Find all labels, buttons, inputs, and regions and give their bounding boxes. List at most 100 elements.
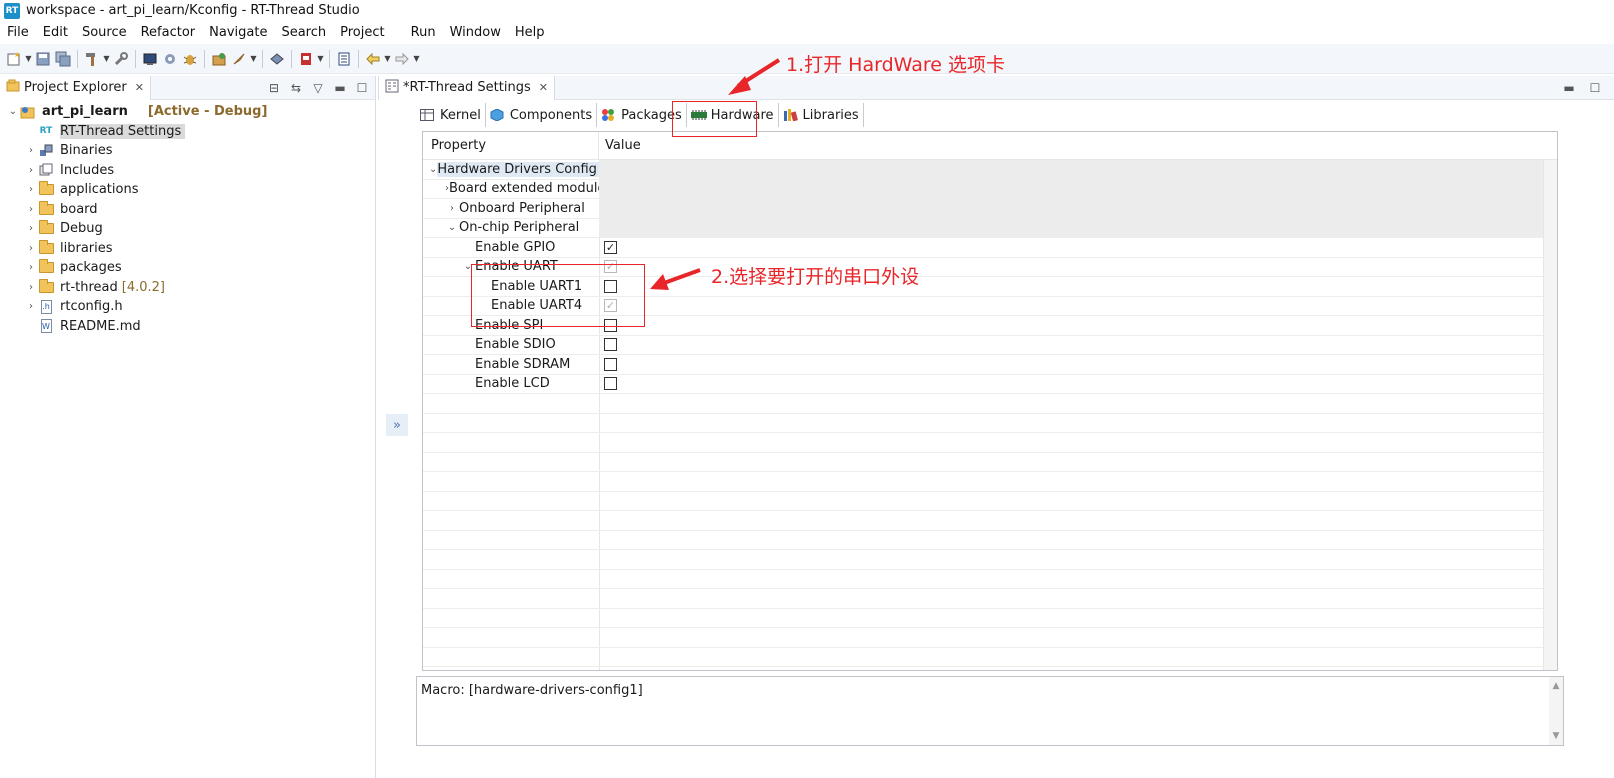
tree-item-applications[interactable]: › applications — [0, 180, 375, 200]
tree-item-readme-md[interactable]: W README.md — [0, 317, 375, 337]
sub-tab-label: Libraries — [802, 107, 859, 123]
chevron-right-icon[interactable]: › — [24, 243, 38, 254]
close-icon[interactable]: ✕ — [539, 81, 548, 94]
property-row-enable-lcd[interactable]: Enable LCD — [423, 375, 1557, 394]
tab-kernel[interactable]: Kernel — [416, 103, 486, 127]
menu-source[interactable]: Source — [75, 25, 134, 40]
back-dropdown-icon[interactable]: ▼ — [383, 50, 392, 68]
property-label: Onboard Peripheral — [459, 200, 585, 216]
menu-navigate[interactable]: Navigate — [202, 25, 274, 40]
sdk-manager-icon[interactable] — [268, 50, 286, 68]
chevron-right-icon[interactable]: › — [24, 165, 38, 176]
chevron-right-icon[interactable]: › — [445, 203, 459, 214]
link-with-editor-icon[interactable]: ⇆ — [289, 81, 303, 95]
property-label: Hardware Drivers Config — [437, 161, 599, 177]
tree-item-debug[interactable]: › Debug — [0, 219, 375, 239]
menu-run[interactable]: Run — [404, 25, 443, 40]
tree-item-packages[interactable]: › packages — [0, 258, 375, 278]
chevron-right-icon[interactable]: › — [24, 223, 38, 234]
menu-help[interactable]: Help — [508, 25, 552, 40]
forward-dropdown-icon[interactable]: ▼ — [412, 50, 421, 68]
property-row-onboard-peripheral[interactable]: › Onboard Peripheral — [423, 199, 1557, 219]
forward-arrow-icon[interactable] — [393, 50, 411, 68]
tab-libraries[interactable]: Libraries — [779, 103, 864, 127]
menu-search[interactable]: Search — [274, 25, 333, 40]
build-hammer-icon[interactable] — [83, 50, 101, 68]
property-table-scrollbar[interactable] — [1543, 160, 1557, 670]
scroll-up-icon[interactable]: ▲ — [1553, 681, 1560, 691]
download-icon[interactable] — [297, 50, 315, 68]
macro-text: Macro: [hardware-drivers-config1] — [421, 683, 643, 698]
checkbox[interactable] — [604, 338, 617, 352]
tree-item-libraries[interactable]: › libraries — [0, 239, 375, 259]
tab-components[interactable]: Components — [486, 103, 598, 127]
menu-edit[interactable]: Edit — [36, 25, 75, 40]
serial-monitor-icon[interactable] — [335, 50, 353, 68]
save-all-icon[interactable] — [54, 50, 72, 68]
property-row-enable-sdram[interactable]: Enable SDRAM — [423, 355, 1557, 375]
new-dropdown-icon[interactable]: ▼ — [24, 50, 33, 68]
rocket-icon[interactable] — [230, 50, 248, 68]
chevron-down-icon[interactable]: ⌄ — [445, 222, 459, 233]
tab-project-explorer[interactable]: Project Explorer ✕ — [0, 75, 151, 100]
build-dropdown-icon[interactable]: ▼ — [102, 50, 111, 68]
minimize-icon[interactable]: ▬ — [333, 81, 347, 95]
tab-rt-thread-settings[interactable]: *RT-Thread Settings ✕ — [378, 75, 555, 100]
debug-bug-icon[interactable] — [181, 50, 199, 68]
property-label: Enable GPIO — [475, 239, 556, 255]
property-row-empty — [423, 492, 1557, 511]
chevron-right-icon[interactable]: › — [24, 262, 38, 273]
tree-item-includes[interactable]: › Includes — [0, 161, 375, 181]
checkbox[interactable] — [604, 357, 617, 371]
tree-item-label: rtconfig.h — [60, 299, 123, 315]
tree-item-rt-thread-settings[interactable]: RT RT-Thread Settings — [0, 122, 375, 142]
tree-item-rtconfig-h[interactable]: › .h rtconfig.h — [0, 297, 375, 317]
download-dropdown-icon[interactable]: ▼ — [316, 50, 325, 68]
property-row-empty — [423, 414, 1557, 433]
open-package-icon[interactable] — [210, 50, 228, 68]
property-row-board-extended-module[interactable]: › Board extended module — [423, 179, 1557, 199]
property-row-empty — [423, 453, 1557, 472]
property-row-on-chip-peripheral[interactable]: ⌄ On-chip Peripheral — [423, 218, 1557, 238]
minimize-icon[interactable]: ▬ — [1562, 81, 1576, 95]
back-arrow-icon[interactable] — [364, 50, 382, 68]
close-icon[interactable]: ✕ — [135, 81, 144, 94]
tree-item-rt-thread[interactable]: › rt-thread [4.0.2] — [0, 278, 375, 298]
checkbox[interactable]: ✓ — [604, 240, 617, 254]
maximize-icon[interactable]: ☐ — [1588, 81, 1602, 95]
property-row-hardware-drivers-config[interactable]: ⌄ Hardware Drivers Config — [423, 160, 1557, 180]
rt-icon: RT — [39, 126, 53, 137]
maximize-icon[interactable]: ☐ — [355, 81, 369, 95]
macro-scrollbar[interactable]: ▲ ▼ — [1549, 677, 1563, 745]
chevron-right-icon[interactable]: › — [24, 282, 38, 293]
includes-icon — [38, 163, 54, 177]
chevron-right-icon[interactable]: › — [24, 184, 38, 195]
rocket-dropdown-icon[interactable]: ▼ — [249, 50, 258, 68]
scroll-down-icon[interactable]: ▼ — [1553, 731, 1560, 741]
tree-root-project[interactable]: ⌄ art_pi_learn [Active - Debug] — [0, 102, 375, 122]
expand-panel-chevron-icon[interactable]: » — [386, 414, 408, 436]
collapse-all-icon[interactable]: ⊟ — [267, 81, 281, 95]
tree-item-label: Binaries — [60, 143, 113, 159]
tree-item-board[interactable]: › board — [0, 200, 375, 220]
menu-project[interactable]: Project — [333, 25, 391, 40]
terminal-icon[interactable] — [141, 50, 159, 68]
chevron-right-icon[interactable]: › — [24, 204, 38, 215]
property-row-enable-sdio[interactable]: Enable SDIO — [423, 336, 1557, 355]
wrench-icon[interactable] — [112, 50, 130, 68]
settings-sub-tabs: Kernel Components Packages Hardware Librarie… — [416, 103, 864, 127]
menu-window[interactable]: Window — [443, 25, 508, 40]
menu-file[interactable]: File — [0, 25, 36, 40]
chevron-down-icon[interactable]: ⌄ — [429, 164, 437, 175]
property-row-enable-gpio[interactable]: Enable GPIO ✓ — [423, 238, 1557, 258]
chevron-right-icon[interactable]: › — [24, 301, 38, 312]
settings-gear-icon[interactable] — [161, 50, 179, 68]
chevron-down-icon[interactable]: ⌄ — [6, 106, 20, 117]
tree-item-binaries[interactable]: › Binaries — [0, 141, 375, 161]
save-icon[interactable] — [34, 50, 52, 68]
new-icon[interactable] — [5, 50, 23, 68]
chevron-right-icon[interactable]: › — [24, 145, 38, 156]
view-menu-icon[interactable]: ▽ — [311, 81, 325, 95]
checkbox[interactable] — [604, 377, 617, 391]
menu-refactor[interactable]: Refactor — [134, 25, 203, 40]
